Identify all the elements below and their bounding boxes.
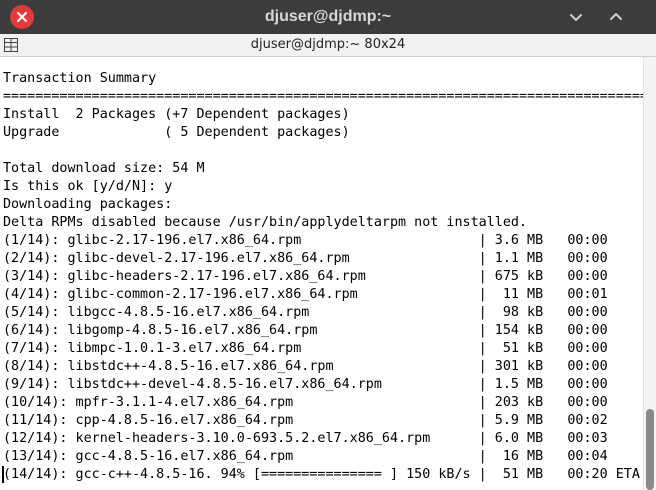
terminal-line: (6/14): libgomp-4.8.5-16.el7.x86_64.rpm … [3,323,608,338]
terminal-line: (10/14): mpfr-3.1.1-4.el7.x86_64.rpm | 2… [3,395,608,410]
terminal-line: Transaction Summary [3,71,157,86]
terminal-line: (9/14): libstdc++-devel-4.8.5-16.el7.x86… [3,377,608,392]
terminal-output[interactable]: Transaction Summary ====================… [0,57,643,490]
minimize-button[interactable] [564,5,588,29]
terminal-line: (1/14): glibc-2.17-196.el7.x86_64.rpm | … [3,233,608,248]
terminal-line: (12/14): kernel-headers-3.10.0-693.5.2.e… [3,431,608,446]
terminal-lines: Transaction Summary ====================… [3,70,643,484]
window-title: djuser@djdmp:~ [264,8,392,25]
terminal-line: (8/14): libstdc++-4.8.5-16.el7.x86_64.rp… [3,359,608,374]
terminal-line: (2/14): glibc-devel-2.17-196.el7.x86_64.… [3,251,608,266]
scrollbar-thumb[interactable] [646,409,654,490]
terminal-line: (14/14): gcc-c++-4.8.5-16. 94% [========… [3,467,640,482]
terminal-window: djuser@djdmp:~ djuser@djdmp:~ 80x24 Tran… [0,0,656,490]
terminal-line: (13/14): gcc-4.8.5-16.el7.x86_64.rpm | 1… [3,449,608,464]
terminal-line: (7/14): libmpc-1.0.1-3.el7.x86_64.rpm | … [3,341,608,356]
terminal-line: (4/14): glibc-common-2.17-196.el7.x86_64… [3,287,608,302]
terminal-header: djuser@djdmp:~ 80x24 [0,34,656,57]
vertical-scrollbar[interactable] [643,57,656,490]
terminal-line: Downloading packages: [3,197,173,212]
terminal-cursor [2,466,4,483]
terminal-line: (3/14): glibc-headers-2.17-196.el7.x86_6… [3,269,608,284]
terminal-line: Delta RPMs disabled because /usr/bin/app… [3,215,528,230]
window-titlebar[interactable]: djuser@djdmp:~ [0,0,656,34]
terminal-line: Install 2 Packages (+7 Dependent package… [3,107,350,122]
terminal-line: (11/14): cpp-4.8.5-16.el7.x86_64.rpm | 5… [3,413,608,428]
terminal-line: Total download size: 54 M [3,161,205,176]
terminal-line: Is this ok [y/d/N]: y [3,179,173,194]
terminal-title: djuser@djdmp:~ 80x24 [250,37,406,52]
terminal-line: (5/14): libgcc-4.8.5-16.el7.x86_64.rpm |… [3,305,608,320]
terminal-line: Upgrade ( 5 Dependent packages) [3,125,350,140]
terminal-line: ========================================… [3,89,643,104]
maximize-button[interactable] [604,5,628,29]
maximize-icon [610,13,622,20]
minimize-icon [570,14,582,21]
